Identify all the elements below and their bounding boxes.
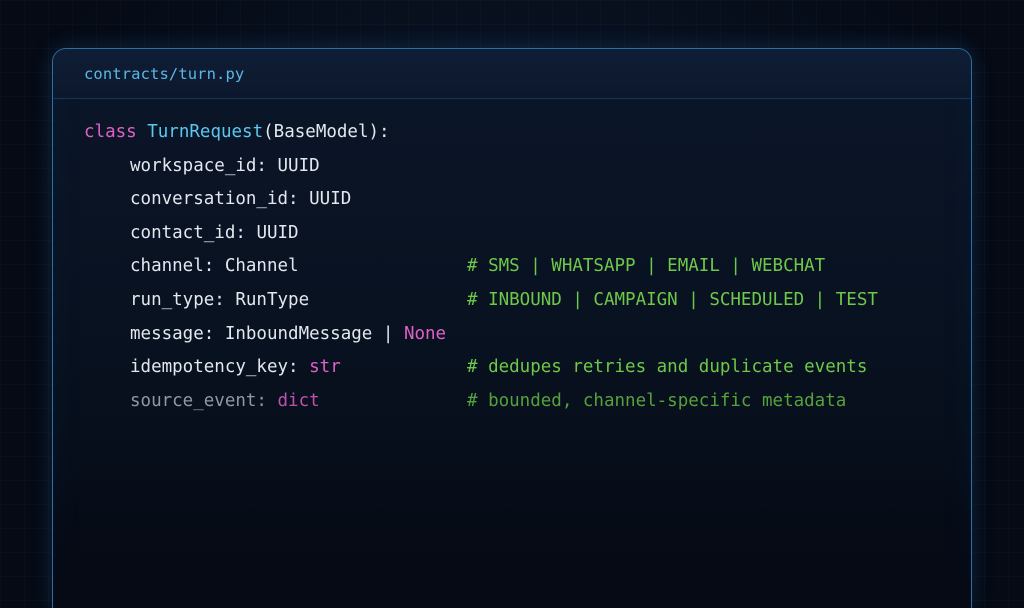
class-keyword: class [84,122,137,142]
class-base: (BaseModel): [263,122,390,142]
field-type: RunType [235,289,310,310]
field-name: contact_id: [130,222,257,243]
field-name: workspace_id: [130,155,278,176]
code-line-field-contact-id: contact_id: UUID [84,217,446,251]
code-comment: # dedupes retries and duplicate events [467,357,868,378]
code-line-field-source-event: source_event: dict # bounded, channel-spe… [84,385,846,419]
field-name: source_event: [130,390,278,411]
class-name: TurnRequest [147,122,264,142]
code-comment: # bounded, channel-specific metadata [467,390,847,411]
code-window: contracts/turn.py class TurnRequest(Base… [52,48,972,608]
field-name: conversation_id: [130,189,310,210]
code-line-field-conversation-id: conversation_id: UUID [84,183,446,217]
title-bar: contracts/turn.py [53,49,971,99]
code-line-field-message: message: InboundMessage | None [84,318,446,352]
field-name: run_type: [130,289,236,310]
field-name: idempotency_key: [130,357,310,378]
field-type: Channel [224,256,299,277]
field-name: channel: [130,256,225,277]
code-line-class-declaration: class TurnRequest(BaseModel): [84,116,446,150]
none-keyword: None [403,323,447,344]
field-type: UUID [256,222,299,243]
field-type-builtin: str [309,357,341,378]
field-type-builtin: dict [277,390,320,411]
code-line-field-run-type: run_type: RunType # INBOUND | CAMPAIGN | … [84,284,878,318]
code-line-field-channel: channel: Channel # SMS | WHATSAPP | EMAIL… [84,250,825,284]
field-type: UUID [309,189,352,210]
window-bottom-fade [53,468,971,608]
code-body: class TurnRequest(BaseModel): workspace_… [84,116,878,419]
code-comment: # SMS | WHATSAPP | EMAIL | WEBCHAT [467,256,826,277]
field-name: message: [130,323,225,344]
field-type: InboundMessage | [224,323,404,344]
file-tab-label[interactable]: contracts/turn.py [84,65,244,83]
code-line-field-idempotency-key: idempotency_key: str # dedupes retries an… [84,351,867,385]
field-type: UUID [277,155,320,176]
code-comment: # INBOUND | CAMPAIGN | SCHEDULED | TEST [467,289,878,310]
code-line-field-workspace-id: workspace_id: UUID [84,150,446,184]
